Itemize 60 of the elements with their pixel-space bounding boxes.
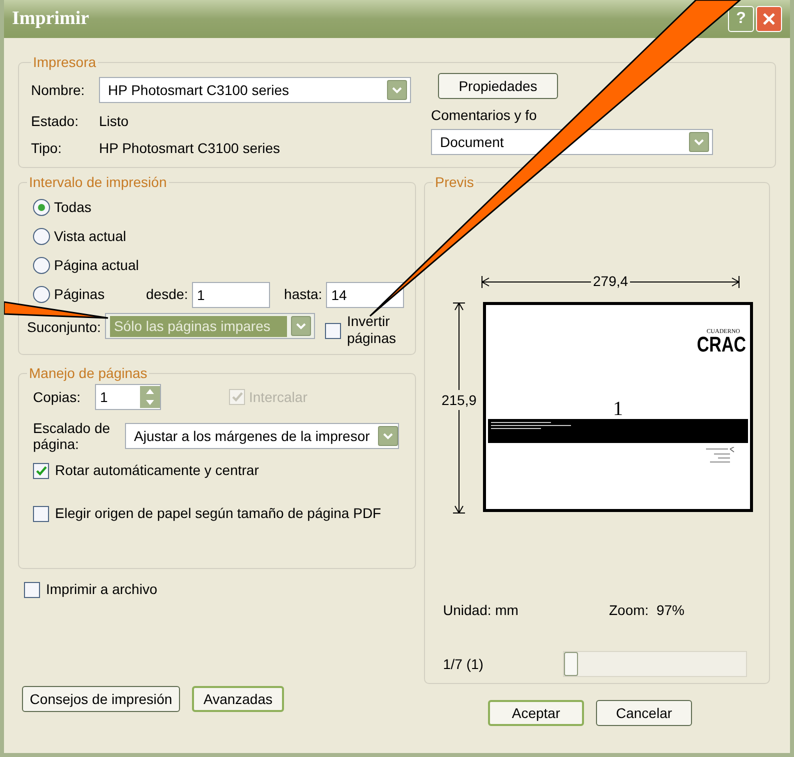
checkbox-label: Elegir origen de papel según tamaño de página PDF: [55, 504, 382, 523]
text-field[interactable]: 14: [326, 282, 404, 308]
status-value: Listo: [99, 112, 129, 131]
dimension-arrow-icon: [452, 410, 466, 514]
zoom-label: Zoom: 97%: [609, 601, 684, 620]
group-title: Manejo de páginas: [28, 364, 148, 383]
field-label: Suconjunto:: [27, 318, 101, 337]
group-title: Impresora: [32, 53, 98, 72]
field-label: Tipo:: [31, 139, 63, 158]
group-title: Previs: [434, 173, 475, 192]
spin-field[interactable]: 1: [95, 384, 161, 410]
dialog-button[interactable]: Propiedades: [438, 73, 558, 99]
logo-text: CRAC: [696, 334, 746, 356]
checkbox-label: Intercalar: [249, 388, 308, 406]
dimension-arrow-icon: [481, 274, 591, 288]
field-label: Estado:: [31, 112, 80, 131]
checkbox-label: Imprimir a archivo: [46, 580, 158, 599]
field-label: Escalado de página:: [33, 420, 112, 452]
spin-arrows-icon[interactable]: [140, 386, 160, 408]
radio-button[interactable]: [33, 286, 50, 303]
checkbox-label: Invertir páginas: [346, 313, 397, 347]
checkbox[interactable]: [33, 506, 49, 522]
dimension-arrow-icon: [630, 274, 740, 288]
dropdown-field[interactable]: HP Photosmart C3100 series: [99, 77, 411, 103]
field-label: desde:: [146, 285, 188, 304]
dialog-button[interactable]: Aceptar: [488, 700, 584, 726]
field-label: Copias:: [33, 388, 82, 407]
field-label: Nombre:: [31, 80, 86, 100]
type-value: HP Photosmart C3100 series: [99, 139, 280, 158]
checkbox[interactable]: [324, 323, 341, 339]
slider-track[interactable]: [563, 651, 747, 677]
checkbox[interactable]: [33, 462, 49, 478]
radio-label: Páginas: [54, 285, 106, 304]
dropdown-field[interactable]: Ajustar a los márgenes de la impresor: [125, 423, 399, 449]
dropdown-field[interactable]: Document: [431, 129, 713, 155]
dimension-arrow-icon: [452, 302, 466, 390]
checkbox-label: Rotar automáticamente y centrar: [55, 461, 259, 480]
radio-label: Vista actual: [54, 227, 128, 246]
dialog-button[interactable]: Cancelar: [596, 700, 692, 726]
radio-label: Página actual: [54, 256, 138, 275]
page-number: 1: [613, 399, 623, 419]
radio-button[interactable]: [33, 257, 50, 274]
checkbox[interactable]: [24, 582, 40, 598]
width-dimension: 279,4: [592, 272, 630, 291]
radio-button[interactable]: [33, 199, 50, 216]
radio-button[interactable]: [33, 228, 50, 245]
radio-label: Todas: [54, 198, 92, 217]
page-counter: 1/7 (1): [443, 654, 484, 674]
window-title: Imprimir: [12, 6, 90, 31]
close-icon[interactable]: [762, 12, 776, 26]
unit-label: Unidad: mm: [443, 601, 520, 620]
group-title: Intervalo de impresión: [28, 173, 168, 192]
height-dimension: 215,9: [441, 391, 477, 410]
dialog-button[interactable]: Avanzadas: [192, 686, 284, 712]
slider-thumb[interactable]: [564, 652, 578, 676]
close-button[interactable]: [756, 6, 782, 32]
field-label: Comentarios y fo: [431, 106, 538, 125]
dialog-button[interactable]: Consejos de impresión: [22, 686, 180, 712]
text-field[interactable]: 1: [192, 282, 270, 308]
field-label: hasta:: [284, 285, 322, 304]
